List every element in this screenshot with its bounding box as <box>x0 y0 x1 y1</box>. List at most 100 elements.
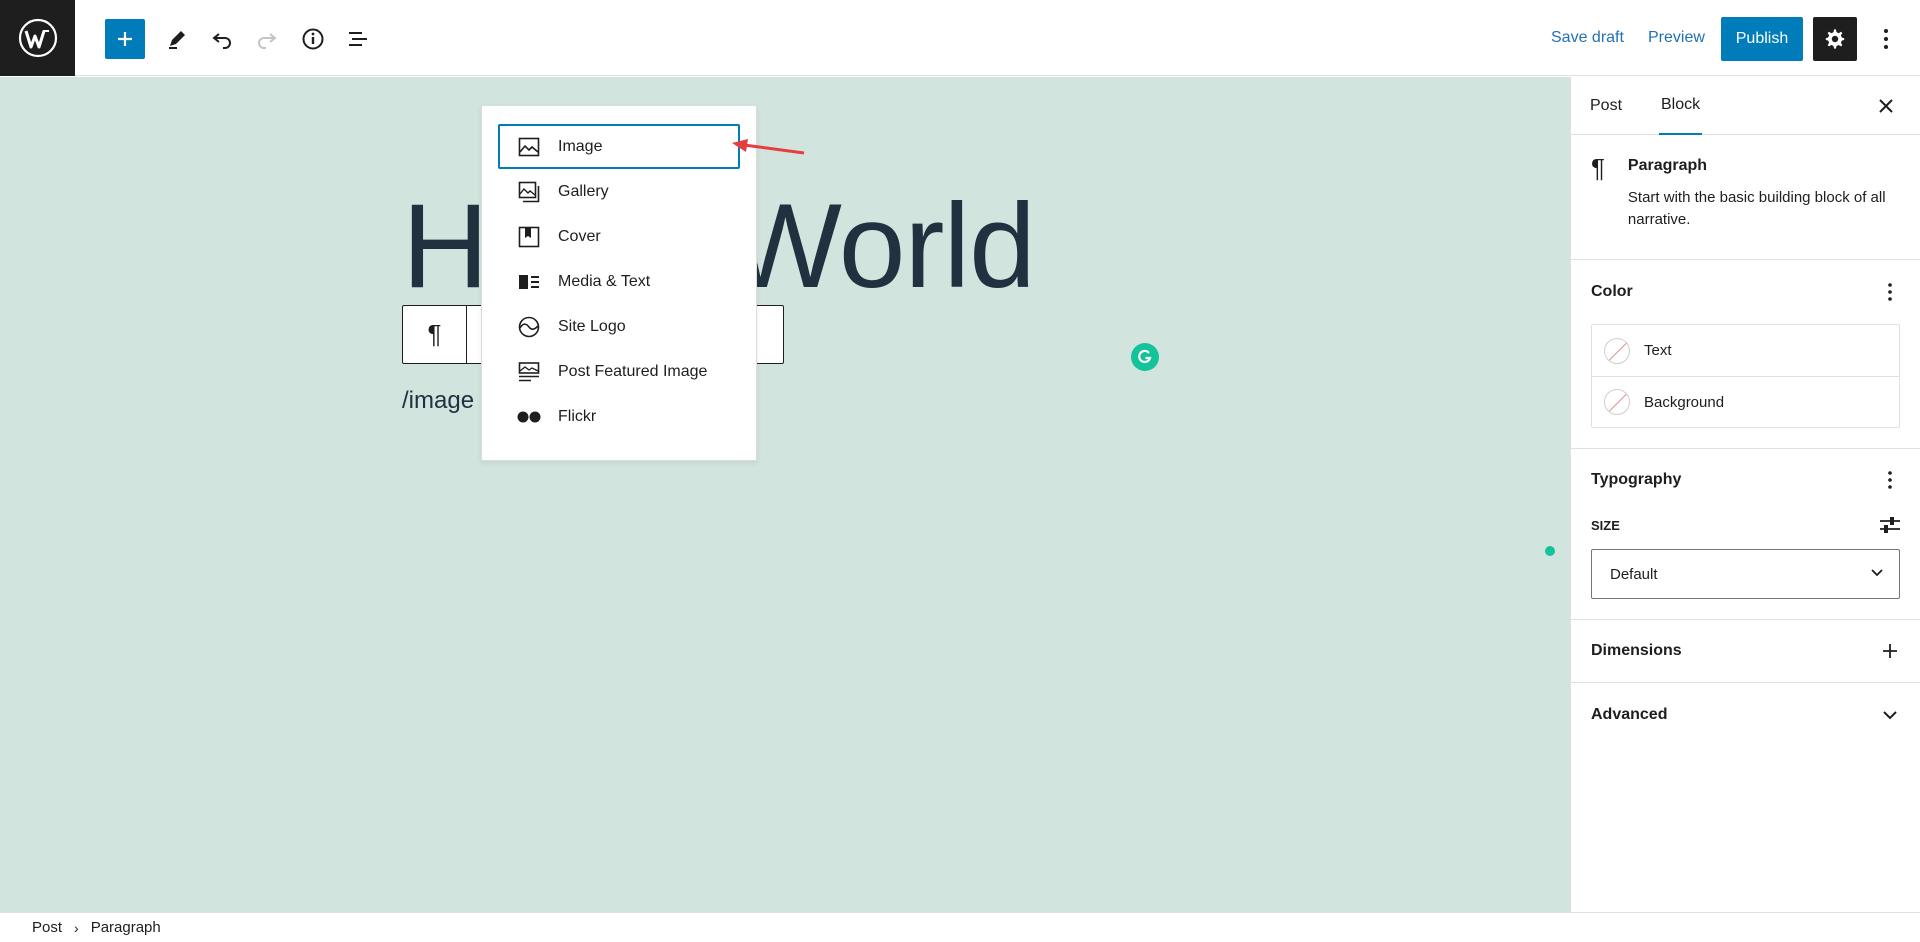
save-draft-button[interactable]: Save draft <box>1551 0 1624 76</box>
image-icon <box>516 134 542 160</box>
autocomplete-item-cover[interactable]: Cover <box>498 214 740 259</box>
autocomplete-item-gallery[interactable]: Gallery <box>498 169 740 214</box>
details-button[interactable] <box>293 19 333 59</box>
settings-sliders-icon <box>1880 517 1900 533</box>
typography-options-button[interactable] <box>1878 468 1902 492</box>
site-logo-icon <box>516 314 542 340</box>
autocomplete-item-media-text[interactable]: Media & Text <box>498 259 740 304</box>
custom-size-toggle[interactable] <box>1878 513 1902 537</box>
grammarly-status-dot <box>1545 546 1555 556</box>
typography-panel-heading: Typography <box>1571 449 1920 511</box>
flickr-icon <box>516 404 542 430</box>
tools-button[interactable] <box>157 19 197 59</box>
block-card: ¶ Paragraph Start with the basic buildin… <box>1571 135 1920 260</box>
media-text-icon <box>516 269 542 295</box>
autocomplete-item-label: Flickr <box>558 407 597 425</box>
color-panel-heading: Color <box>1571 260 1920 324</box>
dimensions-heading-label: Dimensions <box>1591 642 1682 659</box>
block-breadcrumb: Post › Paragraph <box>0 912 1920 942</box>
paragraph-icon: ¶ <box>427 319 442 349</box>
block-card-title: Paragraph <box>1627 157 1708 174</box>
options-button[interactable] <box>1870 19 1902 59</box>
grammarly-icon <box>1138 349 1152 364</box>
preview-button[interactable]: Preview <box>1648 0 1705 76</box>
wordpress-icon <box>18 18 57 58</box>
close-icon <box>1879 99 1893 113</box>
preview-label: Preview <box>1648 29 1705 46</box>
annotation-arrow-icon <box>732 139 805 155</box>
color-options: Text Background <box>1591 324 1900 428</box>
chevron-down-icon <box>1883 710 1897 719</box>
breadcrumb-post[interactable]: Post <box>32 919 62 936</box>
dimensions-panel-heading[interactable]: Dimensions <box>1571 620 1920 682</box>
block-type-button[interactable]: ¶ <box>403 306 467 363</box>
dimensions-panel[interactable]: Dimensions <box>1571 620 1920 683</box>
tab-post[interactable]: Post <box>1590 77 1622 135</box>
color-swatch <box>1604 389 1630 415</box>
post-title-right: World <box>728 179 1036 313</box>
font-size-select[interactable]: Default <box>1591 549 1900 599</box>
settings-button[interactable] <box>1813 17 1857 61</box>
color-swatch <box>1604 337 1630 364</box>
typography-panel: Typography SIZE Default <box>1571 449 1920 620</box>
close-sidebar-button[interactable] <box>1871 91 1901 121</box>
publish-button[interactable]: Publish <box>1721 17 1803 61</box>
info-icon <box>302 28 324 50</box>
paragraph-block[interactable]: /image <box>402 387 474 415</box>
plus-icon <box>118 32 132 46</box>
editor-canvas[interactable]: H World ¶ /image Image Gallery Cover Med… <box>0 77 1570 912</box>
gear-icon <box>1825 29 1845 49</box>
undo-button[interactable] <box>202 19 242 59</box>
advanced-panel-heading[interactable]: Advanced <box>1571 683 1920 747</box>
autocomplete-item-label: Gallery <box>558 182 609 200</box>
list-view-icon <box>349 32 367 46</box>
redo-icon <box>258 33 277 49</box>
grammarly-button[interactable] <box>1131 343 1159 371</box>
list-view-button[interactable] <box>338 19 378 59</box>
redo-button[interactable] <box>247 19 287 59</box>
cover-icon <box>516 224 542 250</box>
autocomplete-item-image[interactable]: Image <box>498 124 740 169</box>
block-autocomplete-popover: Image Gallery Cover Media & Text Site Lo… <box>481 105 757 461</box>
advanced-toggle[interactable] <box>1878 703 1902 727</box>
save-draft-label: Save draft <box>1551 29 1624 46</box>
autocomplete-item-label: Post Featured Image <box>558 362 708 380</box>
sidebar-tabs: Post Block <box>1571 77 1920 135</box>
autocomplete-item-site-logo[interactable]: Site Logo <box>498 304 740 349</box>
wordpress-logo[interactable] <box>0 0 75 76</box>
typography-heading-label: Typography <box>1591 471 1682 488</box>
advanced-panel[interactable]: Advanced <box>1571 683 1920 747</box>
more-vertical-icon <box>1888 471 1892 489</box>
autocomplete-item-label: Image <box>558 137 603 155</box>
more-vertical-icon <box>1884 29 1888 49</box>
editor-header: Save draft Preview Publish <box>0 0 1920 76</box>
color-option-label: Background <box>1644 393 1725 411</box>
block-card-description: Start with the basic building block of a… <box>1627 189 1886 228</box>
color-option-text[interactable]: Text <box>1592 325 1899 376</box>
chevron-right-icon: › <box>74 919 79 936</box>
autocomplete-item-flickr[interactable]: Flickr <box>498 394 740 439</box>
autocomplete-item-label: Cover <box>558 227 601 245</box>
chevron-down-icon <box>1871 569 1883 577</box>
pencil-icon <box>169 31 185 49</box>
add-block-button[interactable] <box>105 19 145 59</box>
featured-image-icon <box>516 359 542 385</box>
gallery-icon <box>516 179 542 205</box>
font-size-label: SIZE <box>1571 511 1920 539</box>
color-panel: Color Text Background <box>1571 260 1920 449</box>
color-option-background[interactable]: Background <box>1592 376 1899 427</box>
plus-icon <box>1883 644 1897 658</box>
settings-sidebar: Post Block ¶ Paragraph Start with the ba… <box>1570 77 1920 912</box>
post-title-left: H <box>402 179 489 313</box>
autocomplete-item-label: Media & Text <box>558 272 651 290</box>
paragraph-icon: ¶ <box>1591 153 1605 183</box>
font-size-label-text: SIZE <box>1591 517 1620 533</box>
font-size-value: Default <box>1610 565 1658 583</box>
tab-block[interactable]: Block <box>1659 77 1703 135</box>
advanced-heading-label: Advanced <box>1591 706 1668 723</box>
autocomplete-item-post-featured-image[interactable]: Post Featured Image <box>498 349 740 394</box>
more-vertical-icon <box>1888 283 1892 301</box>
color-options-button[interactable] <box>1878 280 1902 304</box>
add-dimension-button[interactable] <box>1878 639 1902 663</box>
color-heading-label: Color <box>1591 283 1633 300</box>
